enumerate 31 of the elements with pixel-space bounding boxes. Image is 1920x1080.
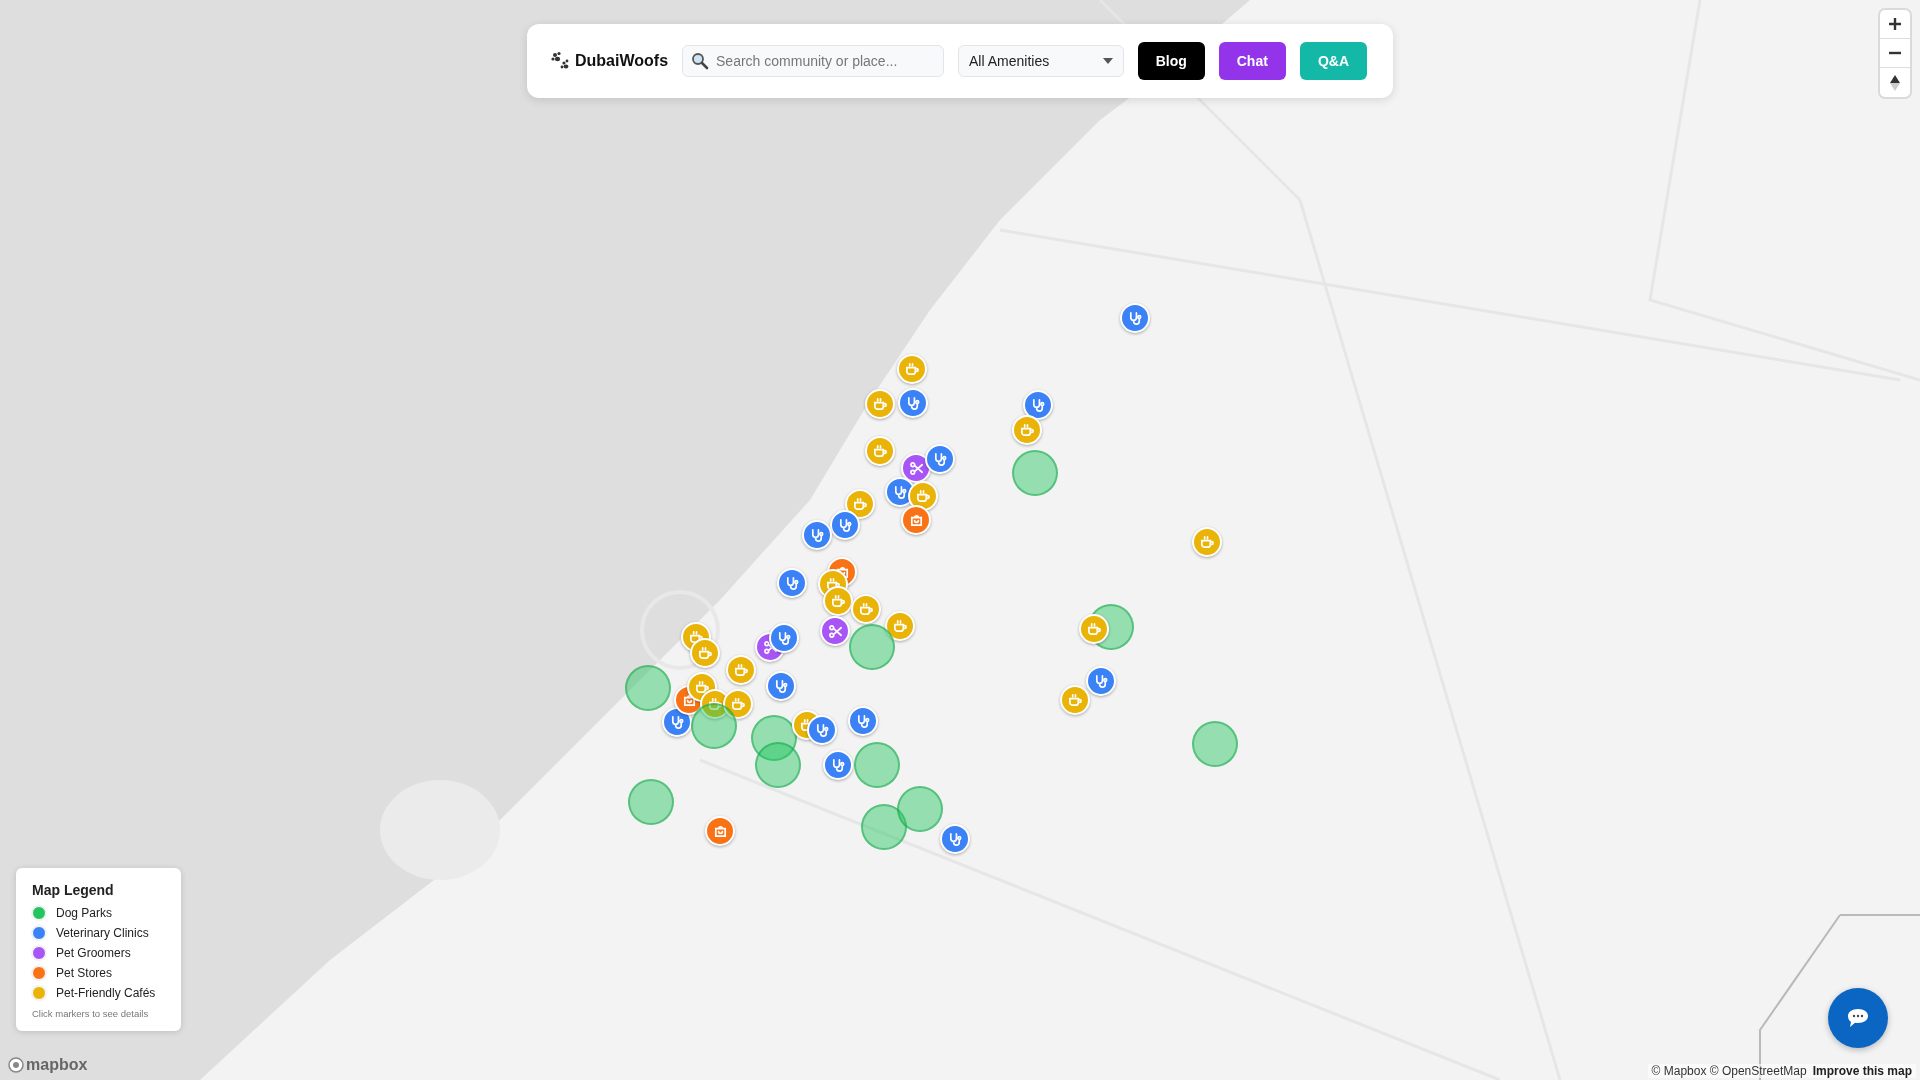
legend-label: Pet-Friendly Cafés [56,986,156,1000]
park-area[interactable] [755,742,801,788]
brand-name: DubaiWoofs [575,52,669,70]
legend-label: Dog Parks [56,906,113,920]
search-field[interactable]: Search community or place... [682,45,945,77]
plus-icon [1889,18,1901,30]
park-area[interactable] [849,624,895,670]
park-area[interactable] [854,742,900,788]
caret-icon [1102,58,1113,64]
amenities-dropdown[interactable]: All Amenities [958,45,1124,77]
park-area[interactable] [691,703,737,749]
improve-map-link[interactable]: Improve this map [1812,1064,1912,1078]
chat-button[interactable]: Chat [1218,42,1286,80]
blog-button[interactable]: Blog [1137,42,1205,80]
speech-bubble-icon [1846,1007,1870,1029]
compass-icon [1890,74,1900,91]
legend-label: Veterinary Clinics [56,926,149,940]
legend-label: Pet Stores [56,966,113,980]
attribution-text: © Mapbox © OpenStreetMap [1651,1064,1807,1078]
park-area[interactable] [628,779,674,825]
park-area[interactable] [897,786,943,832]
park-area[interactable] [1192,721,1238,767]
park-area[interactable] [861,804,907,850]
legend-hint: Click markers to see details [32,1008,150,1019]
park-area[interactable] [625,665,671,711]
park-area[interactable] [1012,450,1058,496]
logo-icon [8,1057,24,1073]
legend-title: Map Legend [32,882,115,898]
paw-icon [551,51,571,71]
legend-label: Pet Groomers [56,946,131,960]
map-logo: mapbox [26,1056,88,1074]
